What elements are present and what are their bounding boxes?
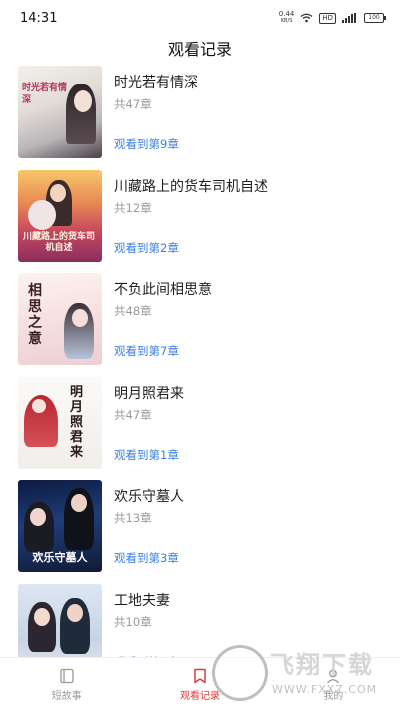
status-time: 14:31 (20, 10, 58, 26)
book-cover[interactable]: 时光若有情深 (18, 66, 102, 158)
item-progress[interactable]: 观看到第3章 (114, 550, 179, 566)
page-title: 观看记录 (167, 40, 232, 59)
item-chapters: 共13章 (114, 511, 152, 525)
item-title[interactable]: 川藏路上的货车司机自述 (114, 176, 268, 196)
item-chapters: 共10章 (114, 614, 152, 629)
item-meta: 明月照君来 共47章 观看到第1章 (114, 377, 382, 469)
item-meta: 时光若有情深 共47章 观看到第9章 (114, 66, 382, 158)
item-meta: 川藏路上的货车司机自述 共12章 观看到第2章 (114, 170, 382, 262)
item-progress[interactable]: 观看到第1章 (114, 447, 179, 463)
wifi-icon (300, 13, 313, 23)
item-chapters: 共12章 (114, 200, 152, 215)
item-chapters: 共48章 (114, 304, 152, 318)
network-speed-value: 0.44 (278, 10, 295, 18)
battery-icon: 100 (364, 13, 386, 23)
item-progress[interactable]: 观看到第7章 (114, 343, 179, 359)
status-bar: 14:31 0.44 KB/S HD 100 (0, 0, 400, 36)
signal-icon (342, 13, 356, 23)
tab-label: 短故事 (51, 690, 82, 702)
history-list: 时光若有情深 时光若有情深 共47章 观看到第9章 川藏路上的货车司机自述 川藏… (0, 66, 400, 687)
cover-title: 欢乐守墓人 (32, 551, 88, 564)
item-meta: 欢乐守墓人 共13章 观看到第3章 (114, 480, 382, 572)
item-title[interactable]: 不负此间相思意 (114, 279, 212, 299)
item-title[interactable]: 明月照君来 (114, 383, 184, 403)
book-icon (60, 668, 74, 683)
list-item[interactable]: 欢乐守墓人 欢乐守墓人 共13章 观看到第3章 (0, 480, 400, 584)
cover-title: 明月照君来 (70, 384, 84, 460)
book-cover[interactable]: 欢乐守墓人 (18, 480, 102, 572)
list-item[interactable]: 时光若有情深 时光若有情深 共47章 观看到第9章 (0, 66, 400, 170)
watermark-logo (212, 645, 268, 701)
network-speed: 0.44 KB/S (279, 11, 295, 25)
item-progress[interactable]: 观看到第9章 (114, 136, 179, 152)
cover-title: 川藏路上的货车司机自述 (22, 231, 95, 253)
book-cover[interactable]: 相思之意 (18, 273, 102, 365)
list-item[interactable]: 明月照君来 明月照君来 共47章 观看到第1章 (0, 376, 400, 481)
status-icons: 0.44 KB/S HD 100 (279, 11, 386, 25)
item-chapters: 共47章 (114, 97, 152, 111)
item-title[interactable]: 欢乐守墓人 (114, 486, 184, 506)
item-title[interactable]: 工地夫妻 (114, 590, 170, 610)
watermark-url: WWW.FXXZ.COM (272, 683, 378, 696)
history-icon (194, 668, 206, 683)
list-item[interactable]: 川藏路上的货车司机自述 川藏路上的货车司机自述 共12章 观看到第2章 (0, 169, 400, 274)
tab-short-stories[interactable]: 短故事 (0, 658, 133, 711)
watermark: 飞翔下载 WWW.FXXZ.COM (210, 641, 392, 707)
cover-title: 时光若有情深 (22, 83, 68, 105)
item-chapters: 共47章 (114, 407, 152, 422)
cover-title: 相思之意 (28, 283, 42, 347)
list-item[interactable]: 相思之意 不负此间相思意 共48章 观看到第7章 (0, 273, 400, 377)
network-speed-unit: KB/S (280, 18, 293, 24)
item-title[interactable]: 时光若有情深 (114, 72, 198, 92)
book-cover[interactable]: 川藏路上的货车司机自述 (18, 169, 102, 262)
item-progress[interactable]: 观看到第2章 (114, 240, 179, 256)
hd-badge: HD (319, 12, 336, 24)
watermark-text: 飞翔下载 (270, 651, 374, 679)
book-cover[interactable]: 明月照君来 (18, 376, 102, 469)
item-meta: 不负此间相思意 共48章 观看到第7章 (114, 273, 382, 365)
